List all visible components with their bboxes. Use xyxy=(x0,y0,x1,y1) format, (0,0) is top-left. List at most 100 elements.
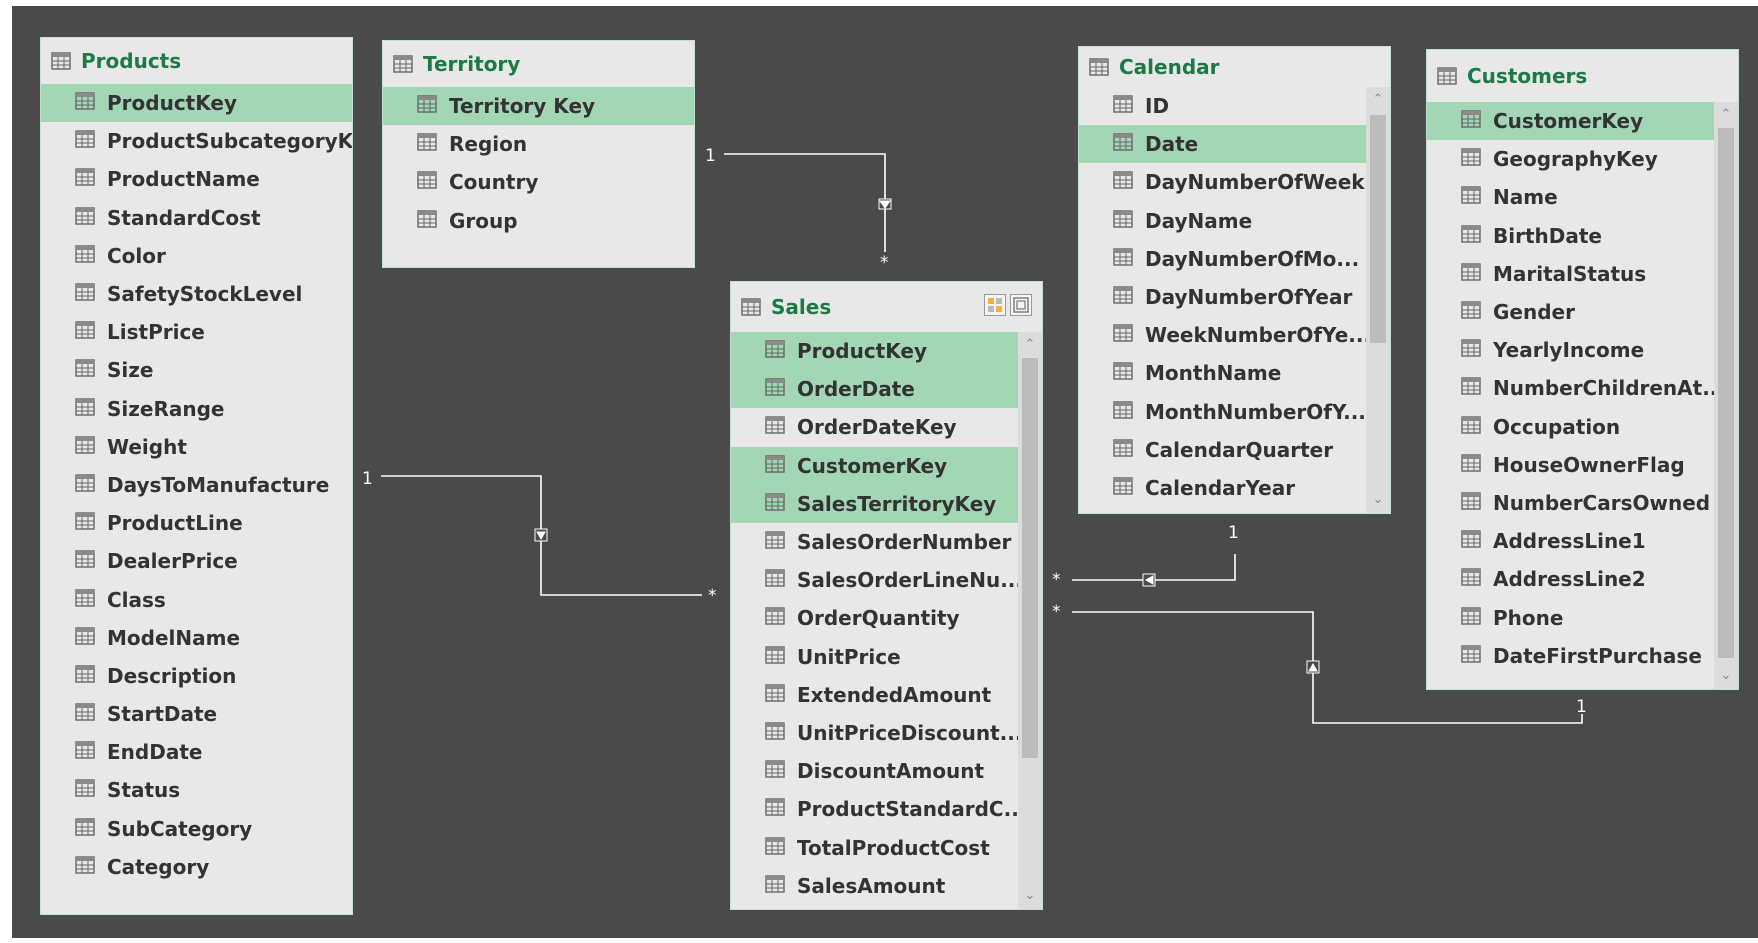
field-row[interactable]: DaysToManufacture xyxy=(41,466,352,504)
field-row[interactable]: BirthDate xyxy=(1427,217,1714,255)
scroll-thumb[interactable] xyxy=(1718,128,1734,658)
scroll-up-icon[interactable]: ⌃ xyxy=(1018,334,1042,356)
field-row[interactable]: ProductSubcategoryK... xyxy=(41,122,352,160)
field-row[interactable]: Gender xyxy=(1427,293,1714,331)
table-header-territory[interactable]: Territory xyxy=(383,41,694,87)
field-row[interactable]: ExtendedAmount xyxy=(731,676,1018,714)
table-title: Customers xyxy=(1467,64,1588,88)
table-calendar[interactable]: Calendar ID Date DayNumberOfWeek DayName Day… xyxy=(1078,46,1391,514)
field-row[interactable]: Phone xyxy=(1427,598,1714,636)
field-row[interactable]: SalesTerritoryKey xyxy=(731,484,1018,523)
scroll-down-icon[interactable]: ⌄ xyxy=(1018,885,1042,907)
field-row[interactable]: ProductKey xyxy=(731,332,1018,371)
field-row[interactable]: GeographyKey xyxy=(1427,140,1714,178)
field-row[interactable]: DateFirstPurchase xyxy=(1427,637,1714,675)
scroll-down-icon[interactable]: ⌄ xyxy=(1714,665,1738,687)
field-row[interactable]: SalesOrderLineNu... xyxy=(731,561,1023,599)
field-row[interactable]: Country xyxy=(383,163,694,201)
field-row[interactable]: NumberChildrenAt... xyxy=(1427,369,1725,407)
column-icon xyxy=(75,511,95,535)
column-icon xyxy=(1461,376,1481,400)
field-row[interactable]: ProductLine xyxy=(41,504,352,542)
scroll-up-icon[interactable]: ⌃ xyxy=(1714,104,1738,126)
field-row[interactable]: ID xyxy=(1079,87,1366,125)
column-icon xyxy=(75,129,95,153)
field-row[interactable]: Description xyxy=(41,657,352,695)
table-header-sales[interactable]: Sales xyxy=(731,282,1042,332)
field-row[interactable]: Name xyxy=(1427,178,1714,216)
field-row[interactable]: TotalProductCost xyxy=(731,828,1018,866)
maximize-button[interactable] xyxy=(1010,294,1032,316)
field-row[interactable]: ProductName xyxy=(41,160,352,198)
scrollbar-sales[interactable]: ⌃ ⌄ xyxy=(1018,332,1042,909)
field-name: ID xyxy=(1145,94,1170,119)
field-row[interactable]: AddressLine1 xyxy=(1427,522,1714,560)
field-row[interactable]: AddressLine2 xyxy=(1427,560,1714,598)
table-header-calendar[interactable]: Calendar xyxy=(1079,47,1390,87)
field-row[interactable]: OrderDateKey xyxy=(731,408,1018,446)
field-row[interactable]: Date xyxy=(1079,125,1366,164)
field-row[interactable]: UnitPrice xyxy=(731,638,1018,676)
field-row[interactable]: StandardCost xyxy=(41,199,352,237)
table-header-customers[interactable]: Customers xyxy=(1427,50,1738,102)
field-row[interactable]: EndDate xyxy=(41,733,352,771)
field-row[interactable]: WeekNumberOfYe... xyxy=(1079,316,1371,354)
scrollbar-customers[interactable]: ⌃ ⌄ xyxy=(1714,102,1738,689)
field-row[interactable]: SalesAmount xyxy=(731,867,1018,905)
field-row[interactable]: StartDate xyxy=(41,695,352,733)
field-row[interactable]: CustomerKey xyxy=(1427,102,1714,141)
field-row[interactable]: DayName xyxy=(1079,202,1366,240)
field-row[interactable]: Group xyxy=(383,202,694,240)
field-row[interactable]: DealerPrice xyxy=(41,542,352,580)
field-row[interactable]: MonthNumberOfY... xyxy=(1079,393,1366,431)
scroll-thumb[interactable] xyxy=(1370,115,1386,343)
field-row[interactable]: HouseOwnerFlag xyxy=(1427,446,1714,484)
field-name: Description xyxy=(107,663,237,688)
field-row[interactable]: Category xyxy=(41,848,352,886)
field-row[interactable]: Size xyxy=(41,351,352,389)
column-icon xyxy=(765,377,785,401)
field-row[interactable]: SubCategory xyxy=(41,810,352,848)
field-row[interactable]: DayNumberOfMo... xyxy=(1079,240,1366,278)
field-row[interactable]: DiscountAmount xyxy=(731,752,1018,790)
field-row[interactable]: MonthName xyxy=(1079,354,1366,392)
field-row[interactable]: OrderQuantity xyxy=(731,599,1018,637)
field-row[interactable]: SalesOrderNumber xyxy=(731,523,1018,561)
table-products[interactable]: Products ProductKey ProductSubcategoryK..… xyxy=(40,37,353,915)
field-row[interactable]: UnitPriceDiscount... xyxy=(731,714,1022,752)
field-row[interactable]: ProductKey xyxy=(41,84,352,123)
field-row[interactable]: CalendarYear xyxy=(1079,469,1366,507)
field-row[interactable]: CalendarQuarter xyxy=(1079,431,1366,469)
field-row[interactable]: Occupation xyxy=(1427,408,1714,446)
field-row[interactable]: DayNumberOfWeek xyxy=(1079,163,1366,201)
table-customers[interactable]: Customers CustomerKey GeographyKey Name Bir… xyxy=(1426,49,1739,690)
column-icon xyxy=(1461,147,1481,171)
field-row[interactable]: SizeRange xyxy=(41,390,352,428)
field-row[interactable]: Class xyxy=(41,580,352,618)
field-row[interactable]: ListPrice xyxy=(41,313,352,351)
field-row[interactable]: DayNumberOfYear xyxy=(1079,278,1366,316)
scroll-thumb[interactable] xyxy=(1022,358,1038,758)
table-sales[interactable]: Sales ProductKey OrderDate OrderDateKey Cus… xyxy=(730,281,1043,910)
field-row[interactable]: Color xyxy=(41,237,352,275)
scrollbar-calendar[interactable]: ⌃ ⌄ xyxy=(1366,87,1390,513)
field-row[interactable]: MaritalStatus xyxy=(1427,255,1714,293)
field-row[interactable]: NumberCarsOwned xyxy=(1427,484,1714,522)
table-territory[interactable]: Territory Territory Key Region Country Grou… xyxy=(382,40,695,268)
field-row[interactable]: Weight xyxy=(41,428,352,466)
scroll-down-icon[interactable]: ⌄ xyxy=(1366,489,1390,511)
field-row[interactable]: OrderDate xyxy=(731,370,1018,409)
scroll-up-icon[interactable]: ⌃ xyxy=(1366,89,1390,111)
collapse-button[interactable] xyxy=(984,294,1006,316)
field-row[interactable]: Region xyxy=(383,125,694,163)
field-row[interactable]: ProductStandardC... xyxy=(731,790,1026,828)
field-row[interactable]: Territory Key xyxy=(383,87,694,126)
field-row[interactable]: SafetyStockLevel xyxy=(41,275,352,313)
table-header-products[interactable]: Products xyxy=(41,38,352,84)
field-row[interactable]: Status xyxy=(41,771,352,809)
field-row[interactable]: ModelName xyxy=(41,619,352,657)
column-icon xyxy=(1113,132,1133,156)
field-row[interactable]: CustomerKey xyxy=(731,446,1018,485)
table-icon xyxy=(51,52,71,70)
field-row[interactable]: YearlyIncome xyxy=(1427,331,1714,369)
